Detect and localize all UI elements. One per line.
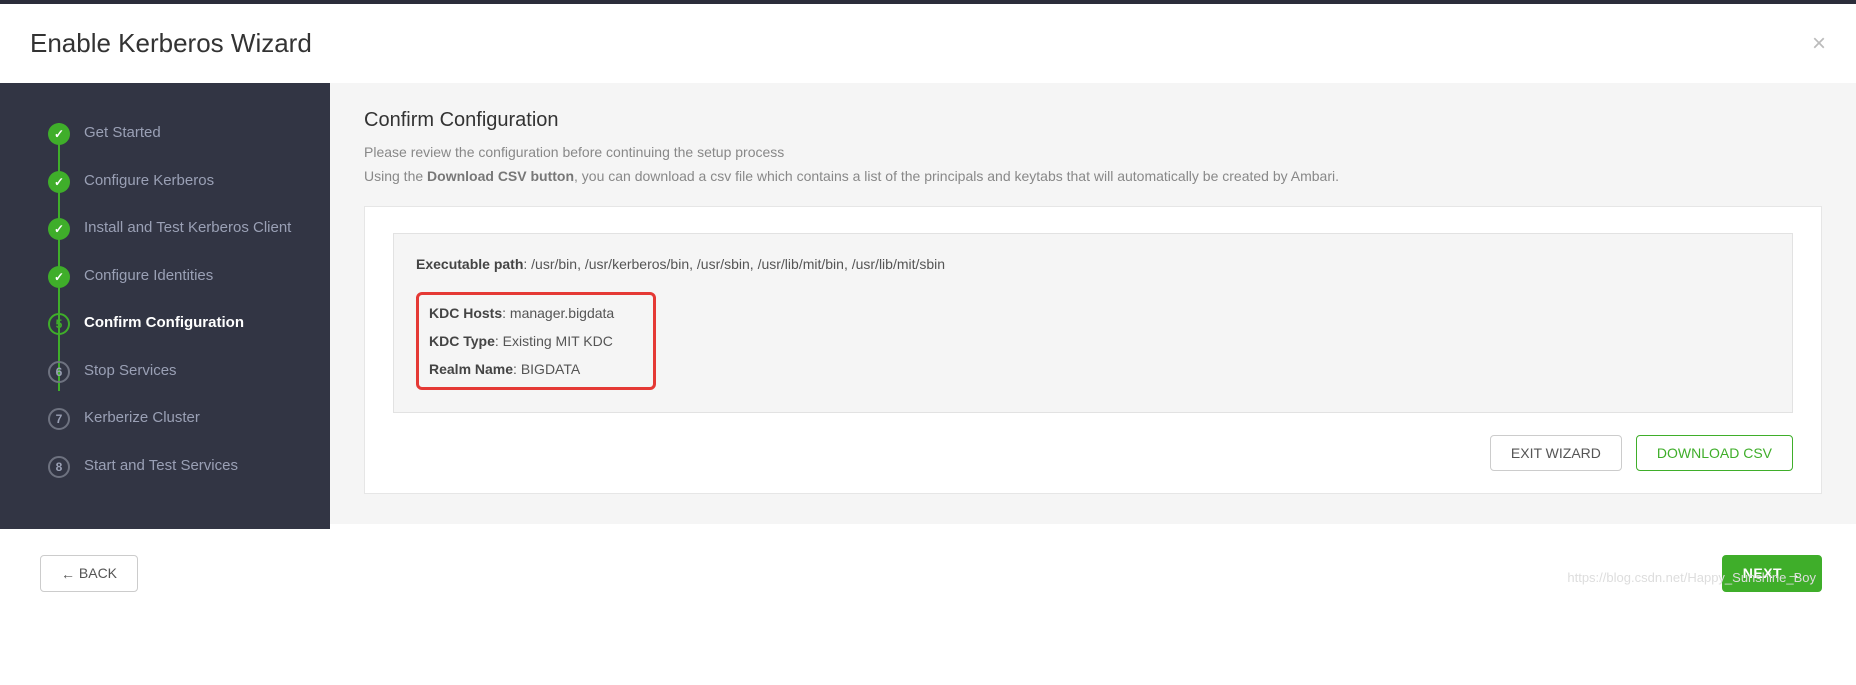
step-stop-services: 6 Stop Services (0, 347, 330, 395)
step-number-icon: 8 (48, 456, 70, 478)
step-number-icon: 6 (48, 361, 70, 383)
kdc-hosts-value: : manager.bigdata (502, 305, 614, 321)
config-exec-path: Executable path: /usr/bin, /usr/kerberos… (416, 256, 1770, 272)
exec-path-label: Executable path (416, 256, 523, 272)
step-number-icon: 7 (48, 408, 70, 430)
step-label: Kerberize Cluster (84, 408, 200, 428)
arrow-left-icon: ← (61, 566, 75, 582)
step-get-started[interactable]: ✓ Get Started (0, 109, 330, 157)
highlighted-config: KDC Hosts: manager.bigdata KDC Type: Exi… (416, 292, 656, 390)
config-kdc-type: KDC Type: Existing MIT KDC (429, 333, 639, 349)
back-button[interactable]: ← BACK (40, 555, 138, 592)
step-start-test-services: 8 Start and Test Services (0, 442, 330, 490)
step-install-test-client[interactable]: ✓ Install and Test Kerberos Client (0, 204, 330, 252)
step-number-icon: 5 (48, 313, 70, 335)
realm-value: : BIGDATA (513, 361, 580, 377)
wizard-footer: ← BACK NEXT → (0, 529, 1856, 618)
step-label: Start and Test Services (84, 456, 238, 476)
exit-wizard-button[interactable]: EXIT WIZARD (1490, 435, 1622, 471)
kdc-type-value: : Existing MIT KDC (495, 333, 613, 349)
wizard-content: Confirm Configuration Please review the … (330, 83, 1856, 524)
next-label: NEXT (1743, 565, 1782, 581)
content-description-2: Using the Download CSV button, you can d… (364, 168, 1822, 184)
step-label: Configure Identities (84, 266, 213, 286)
realm-label: Realm Name (429, 361, 513, 377)
step-label: Install and Test Kerberos Client (84, 218, 291, 238)
content-description-1: Please review the configuration before c… (364, 144, 1822, 160)
step-kerberize-cluster: 7 Kerberize Cluster (0, 394, 330, 442)
check-icon: ✓ (48, 171, 70, 193)
panel-actions: EXIT WIZARD DOWNLOAD CSV (393, 435, 1793, 471)
step-label: Get Started (84, 123, 161, 143)
check-icon: ✓ (48, 266, 70, 288)
config-summary-box: Executable path: /usr/bin, /usr/kerberos… (393, 233, 1793, 413)
arrow-right-icon: → (1787, 566, 1802, 582)
content-title: Confirm Configuration (364, 109, 1822, 132)
step-confirm-configuration[interactable]: 5 Confirm Configuration (0, 299, 330, 347)
desc2-pre: Using the (364, 168, 427, 184)
check-icon: ✓ (48, 123, 70, 145)
kdc-hosts-label: KDC Hosts (429, 305, 502, 321)
config-realm-name: Realm Name: BIGDATA (429, 361, 639, 377)
wizard-title: Enable Kerberos Wizard (30, 28, 312, 59)
check-icon: ✓ (48, 218, 70, 240)
close-icon[interactable]: × (1812, 32, 1826, 56)
step-configure-identities[interactable]: ✓ Configure Identities (0, 252, 330, 300)
progress-line (58, 123, 60, 391)
download-csv-button[interactable]: DOWNLOAD CSV (1636, 435, 1793, 471)
desc2-post: , you can download a csv file which cont… (574, 168, 1339, 184)
desc2-bold: Download CSV button (427, 168, 574, 184)
config-kdc-hosts: KDC Hosts: manager.bigdata (429, 305, 639, 321)
step-label: Configure Kerberos (84, 171, 214, 191)
back-label: BACK (79, 565, 117, 581)
step-label: Confirm Configuration (84, 313, 244, 333)
next-button[interactable]: NEXT → (1722, 555, 1822, 592)
config-panel: Executable path: /usr/bin, /usr/kerberos… (364, 206, 1822, 494)
step-configure-kerberos[interactable]: ✓ Configure Kerberos (0, 157, 330, 205)
step-label: Stop Services (84, 361, 177, 381)
kdc-type-label: KDC Type (429, 333, 495, 349)
wizard-sidebar: ✓ Get Started ✓ Configure Kerberos ✓ Ins… (0, 83, 330, 529)
exec-path-value: : /usr/bin, /usr/kerberos/bin, /usr/sbin… (523, 256, 945, 272)
wizard-header: Enable Kerberos Wizard × (0, 4, 1856, 83)
